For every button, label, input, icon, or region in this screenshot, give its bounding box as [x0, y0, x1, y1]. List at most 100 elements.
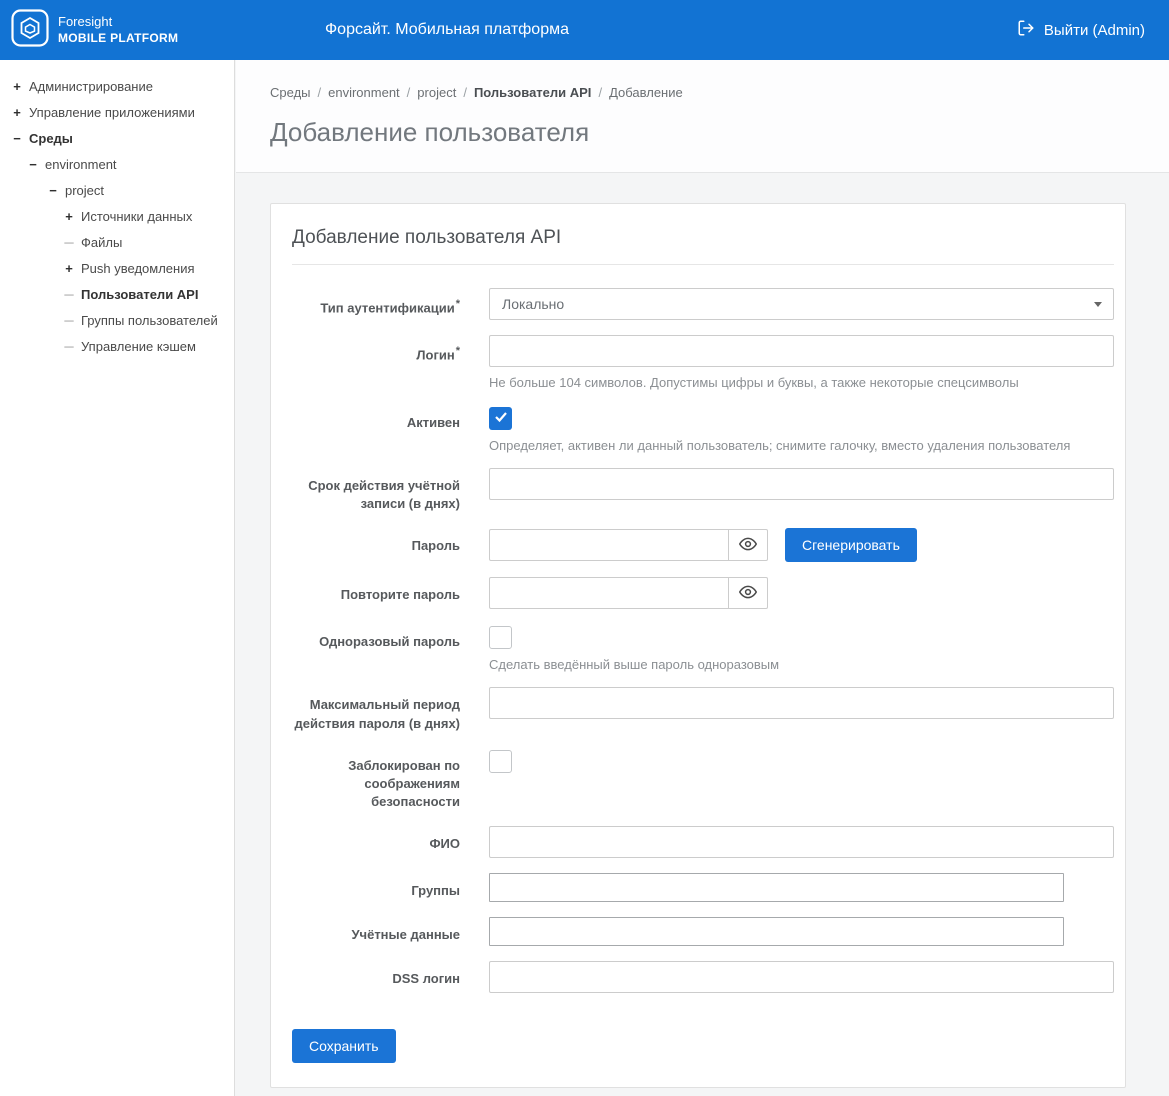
login-help-text: Не больше 104 символов. Допустимы цифры …	[489, 375, 1114, 390]
leaf-dash-icon: ─	[62, 235, 76, 250]
field-row-dss-login: DSS логин	[292, 961, 1114, 993]
checkmark-icon	[494, 410, 508, 428]
sidebar-item-data-sources[interactable]: + Источники данных	[0, 203, 234, 229]
groups-input[interactable]	[489, 873, 1064, 902]
breadcrumb-project[interactable]: project	[417, 85, 456, 100]
chevron-down-icon	[1094, 302, 1102, 307]
app-title: Форсайт. Мобильная платформа	[325, 0, 569, 60]
auth-type-selected-value: Локально	[502, 296, 564, 312]
breadcrumb-api-users[interactable]: Пользователи API	[474, 85, 591, 100]
field-row-active: Активен Определяет, активен ли данный по…	[292, 405, 1114, 453]
password-input[interactable]	[489, 529, 729, 561]
breadcrumb-separator: /	[318, 85, 322, 100]
logo-line1: Foresight	[58, 14, 178, 30]
foresight-logo-icon	[11, 9, 49, 52]
sidebar-item-push-notifications[interactable]: + Push уведомления	[0, 255, 234, 281]
expand-icon[interactable]: +	[62, 209, 76, 224]
one-time-password-checkbox[interactable]	[489, 626, 512, 649]
sidebar-item-cache-management[interactable]: ─ Управление кэшем	[0, 333, 234, 359]
breadcrumb-separator: /	[407, 85, 411, 100]
collapse-icon[interactable]: −	[46, 183, 60, 198]
sidebar-tree: + Администрирование + Управление приложе…	[0, 60, 235, 1096]
one-time-password-help-text: Сделать введённый выше пароль одноразовы…	[489, 657, 1114, 672]
field-row-account-expiry: Срок действия учётной записи (в днях)	[292, 468, 1114, 513]
full-name-label: ФИО	[292, 826, 460, 858]
credentials-label: Учётные данные	[292, 917, 460, 946]
security-blocked-checkbox[interactable]	[489, 750, 512, 773]
account-expiry-input[interactable]	[489, 468, 1114, 500]
breadcrumb-separator: /	[463, 85, 467, 100]
password-label: Пароль	[292, 528, 460, 562]
generate-password-button[interactable]: Сгенерировать	[785, 528, 917, 562]
logout-icon	[1017, 19, 1035, 41]
sidebar-item-administration[interactable]: + Администрирование	[0, 73, 234, 99]
eye-icon	[739, 583, 757, 604]
repeat-password-input[interactable]	[489, 577, 729, 609]
field-row-password: Пароль Сгенерировать	[292, 528, 1114, 562]
sidebar-item-user-groups[interactable]: ─ Группы пользователей	[0, 307, 234, 333]
field-row-login: Логин* Не больше 104 символов. Допустимы…	[292, 335, 1114, 390]
breadcrumb: Среды / environment / project / Пользователи A…	[270, 85, 1169, 100]
field-row-credentials: Учётные данные	[292, 917, 1114, 946]
auth-type-select[interactable]: Локально	[489, 288, 1114, 320]
expand-icon[interactable]: +	[10, 79, 24, 94]
full-name-input[interactable]	[489, 826, 1114, 858]
repeat-password-visibility-button[interactable]	[729, 577, 768, 609]
max-password-period-label: Максимальный период действия пароля (в д…	[292, 687, 460, 732]
page-title: Добавление пользователя	[270, 117, 1169, 148]
password-visibility-button[interactable]	[729, 529, 768, 561]
logo-text: Foresight MOBILE PLATFORM	[58, 14, 178, 45]
page-head: Среды / environment / project / Пользователи A…	[236, 60, 1169, 173]
logout-button[interactable]: Выйти (Admin)	[993, 0, 1169, 60]
sidebar-item-environments[interactable]: − Среды	[0, 125, 234, 151]
active-help-text: Определяет, активен ли данный пользовате…	[489, 438, 1114, 453]
logout-label: Выйти (Admin)	[1044, 22, 1145, 39]
leaf-dash-icon: ─	[62, 287, 76, 302]
breadcrumb-separator: /	[598, 85, 602, 100]
expand-icon[interactable]: +	[62, 261, 76, 276]
sidebar-item-app-management[interactable]: + Управление приложениями	[0, 99, 234, 125]
sidebar-item-files[interactable]: ─ Файлы	[0, 229, 234, 255]
eye-icon	[739, 535, 757, 556]
breadcrumb-current: Добавление	[609, 85, 683, 100]
login-label: Логин*	[292, 335, 460, 390]
one-time-password-label: Одноразовый пароль	[292, 624, 460, 672]
field-row-auth-type: Тип аутентификации* Локально	[292, 288, 1114, 320]
dss-login-input[interactable]	[489, 961, 1114, 993]
security-blocked-label: Заблокирован по соображениям безопасност…	[292, 748, 460, 812]
field-row-max-password-period: Максимальный период действия пароля (в д…	[292, 687, 1114, 732]
login-input[interactable]	[489, 335, 1114, 367]
top-header: Foresight MOBILE PLATFORM Форсайт. Мобил…	[0, 0, 1169, 60]
sidebar-item-environment[interactable]: − environment	[0, 151, 234, 177]
save-button[interactable]: Сохранить	[292, 1029, 396, 1063]
field-row-one-time-password: Одноразовый пароль Сделать введённый выш…	[292, 624, 1114, 672]
sidebar-item-api-users[interactable]: ─ Пользователи API	[0, 281, 234, 307]
dss-login-label: DSS логин	[292, 961, 460, 993]
collapse-icon[interactable]: −	[10, 131, 24, 146]
leaf-dash-icon: ─	[62, 339, 76, 354]
required-mark: *	[456, 345, 460, 357]
field-row-full-name: ФИО	[292, 826, 1114, 858]
groups-label: Группы	[292, 873, 460, 902]
active-checkbox[interactable]	[489, 407, 512, 430]
add-api-user-card: Добавление пользователя API Тип аутентиф…	[270, 203, 1126, 1088]
expand-icon[interactable]: +	[10, 105, 24, 120]
account-expiry-label: Срок действия учётной записи (в днях)	[292, 468, 460, 513]
card-title: Добавление пользователя API	[292, 227, 1114, 265]
app-logo[interactable]: Foresight MOBILE PLATFORM	[0, 9, 178, 52]
logo-line2: MOBILE PLATFORM	[58, 31, 178, 46]
collapse-icon[interactable]: −	[26, 157, 40, 172]
max-password-period-input[interactable]	[489, 687, 1114, 719]
field-row-groups: Группы	[292, 873, 1114, 902]
leaf-dash-icon: ─	[62, 313, 76, 328]
auth-type-label: Тип аутентификации*	[292, 288, 460, 320]
repeat-password-label: Повторите пароль	[292, 577, 460, 609]
credentials-input[interactable]	[489, 917, 1064, 946]
sidebar-item-project[interactable]: − project	[0, 177, 234, 203]
main-content: Добавление пользователя API Тип аутентиф…	[236, 174, 1169, 1096]
breadcrumb-environment[interactable]: environment	[328, 85, 400, 100]
breadcrumb-environments[interactable]: Среды	[270, 85, 311, 100]
field-row-repeat-password: Повторите пароль	[292, 577, 1114, 609]
field-row-security-blocked: Заблокирован по соображениям безопасност…	[292, 748, 1114, 812]
active-label: Активен	[292, 405, 460, 453]
